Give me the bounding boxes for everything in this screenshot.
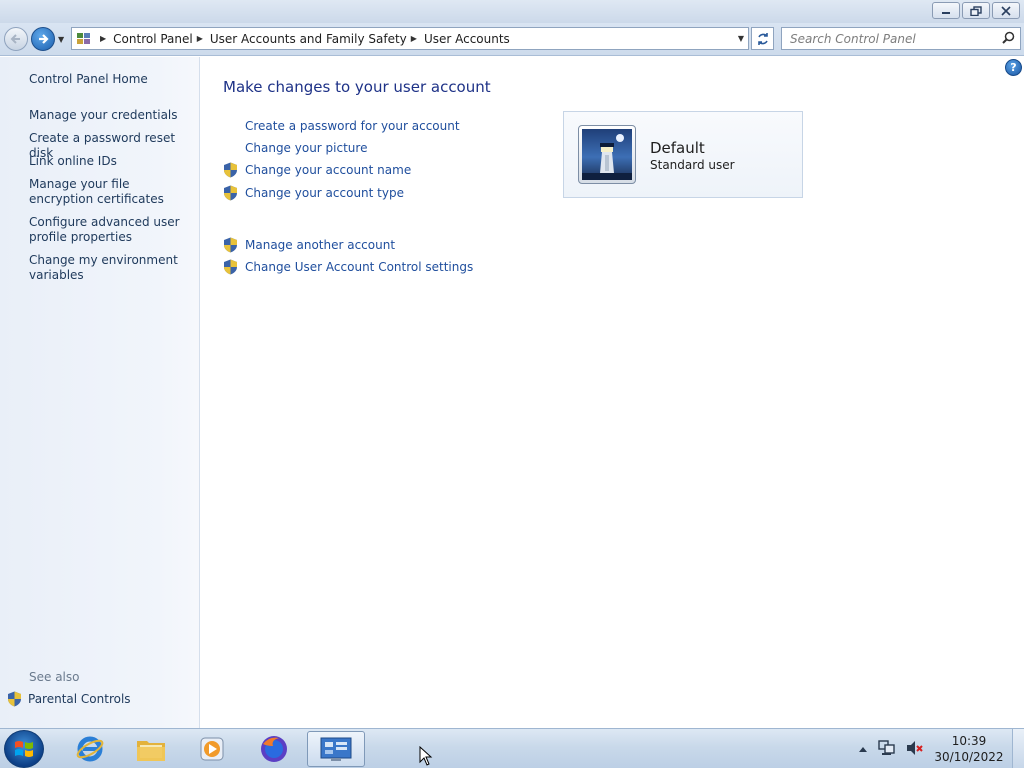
sidebar-item-advanced-profile-properties[interactable]: Configure advanced user profile properti… xyxy=(29,215,189,245)
sidebar-item-manage-credentials[interactable]: Manage your credentials xyxy=(29,108,189,123)
taskbar-control-panel[interactable] xyxy=(307,731,365,767)
chevron-right-icon[interactable]: ▶ xyxy=(197,34,203,43)
task-change-account-name[interactable]: Change your account name xyxy=(223,161,411,179)
change-picture-link[interactable]: Change your picture xyxy=(245,141,367,155)
account-name: Default xyxy=(650,139,705,157)
windows-logo-icon xyxy=(15,741,33,757)
clock-time: 10:39 xyxy=(951,734,987,748)
see-also-heading: See also xyxy=(29,670,80,684)
title-bar xyxy=(0,0,1024,23)
address-bar[interactable]: ▶ Control Panel ▶ User Accounts and Fami… xyxy=(71,27,749,50)
task-create-password[interactable]: Create a password for your account xyxy=(223,117,460,135)
navigation-bar: ▼ ▶ Control Panel ▶ User Accounts and Fa… xyxy=(0,23,1024,56)
sidebar-item-link-online-ids[interactable]: Link online IDs xyxy=(29,154,189,169)
window-controls xyxy=(932,2,1020,19)
search-icon[interactable] xyxy=(1002,31,1015,44)
breadcrumb-user-accounts[interactable]: User Accounts xyxy=(424,32,510,46)
chevron-right-icon: ▶ xyxy=(100,34,107,43)
uac-shield-icon xyxy=(223,237,238,253)
firefox-icon xyxy=(261,736,287,762)
parental-controls-link[interactable]: Parental Controls xyxy=(7,691,131,707)
clock-date: 30/10/2022 xyxy=(934,750,1004,764)
mouse-cursor-icon xyxy=(419,746,433,766)
parental-controls-label[interactable]: Parental Controls xyxy=(28,692,131,706)
refresh-icon xyxy=(757,32,768,45)
system-tray xyxy=(858,729,924,768)
uac-shield-icon xyxy=(7,691,22,707)
page-title: Make changes to your user account xyxy=(223,78,491,96)
uac-shield-icon xyxy=(223,185,238,201)
task-change-account-type[interactable]: Change your account type xyxy=(223,184,404,202)
breadcrumb-user-accounts-family-safety[interactable]: User Accounts and Family Safety xyxy=(210,32,407,46)
help-button[interactable]: ? xyxy=(1005,59,1022,76)
network-icon[interactable] xyxy=(878,739,896,759)
control-panel-icon xyxy=(77,32,90,44)
account-type: Standard user xyxy=(650,158,735,172)
uac-shield-icon xyxy=(223,259,238,275)
internet-explorer-icon xyxy=(76,736,104,762)
close-button[interactable] xyxy=(992,2,1020,19)
task-pane: Control Panel Home Manage your credentia… xyxy=(0,57,200,728)
forward-button[interactable] xyxy=(31,27,55,51)
arrow-left-icon xyxy=(10,34,20,44)
task-change-uac-settings[interactable]: Change User Account Control settings xyxy=(223,258,473,276)
account-card: Default Standard user xyxy=(563,111,803,198)
sidebar-item-environment-variables[interactable]: Change my environment variables xyxy=(29,253,189,283)
control-panel-home-link[interactable]: Control Panel Home xyxy=(29,72,189,87)
media-player-icon xyxy=(200,737,224,761)
start-button[interactable] xyxy=(4,730,44,768)
show-desktop-button[interactable] xyxy=(1012,729,1024,768)
account-picture[interactable] xyxy=(578,125,636,184)
lighthouse-image xyxy=(582,129,632,180)
sidebar-item-file-encryption-certificates[interactable]: Manage your file encryption certificates xyxy=(29,177,189,207)
task-change-picture[interactable]: Change your picture xyxy=(223,139,367,157)
taskbar-internet-explorer[interactable] xyxy=(61,731,119,767)
task-manage-another-account[interactable]: Manage another account xyxy=(223,236,395,254)
manage-another-account-link[interactable]: Manage another account xyxy=(245,238,395,252)
minimize-button[interactable] xyxy=(932,2,960,19)
taskbar: 10:39 30/10/2022 xyxy=(0,728,1024,768)
show-hidden-icons-icon[interactable] xyxy=(858,742,868,756)
create-password-link[interactable]: Create a password for your account xyxy=(245,119,460,133)
control-panel-icon xyxy=(320,737,352,761)
recent-pages-dropdown[interactable]: ▼ xyxy=(58,35,64,44)
clock[interactable]: 10:39 30/10/2022 xyxy=(930,733,1008,765)
arrow-right-icon xyxy=(39,34,49,44)
taskbar-firefox[interactable] xyxy=(245,731,303,767)
change-account-name-link[interactable]: Change your account name xyxy=(245,163,411,177)
change-account-type-link[interactable]: Change your account type xyxy=(245,186,404,200)
restore-button[interactable] xyxy=(962,2,990,19)
change-uac-settings-link[interactable]: Change User Account Control settings xyxy=(245,260,473,274)
breadcrumb-control-panel[interactable]: Control Panel xyxy=(113,32,193,46)
search-box[interactable] xyxy=(781,27,1021,50)
back-button[interactable] xyxy=(4,27,28,51)
chevron-right-icon[interactable]: ▶ xyxy=(411,34,417,43)
address-dropdown-icon[interactable]: ▼ xyxy=(738,34,744,43)
folder-icon xyxy=(137,741,165,761)
search-input[interactable] xyxy=(782,28,992,49)
refresh-button[interactable] xyxy=(751,27,774,50)
volume-muted-icon[interactable] xyxy=(906,740,924,759)
taskbar-windows-explorer[interactable] xyxy=(122,731,180,767)
uac-shield-icon xyxy=(223,162,238,178)
taskbar-media-player[interactable] xyxy=(183,731,241,767)
